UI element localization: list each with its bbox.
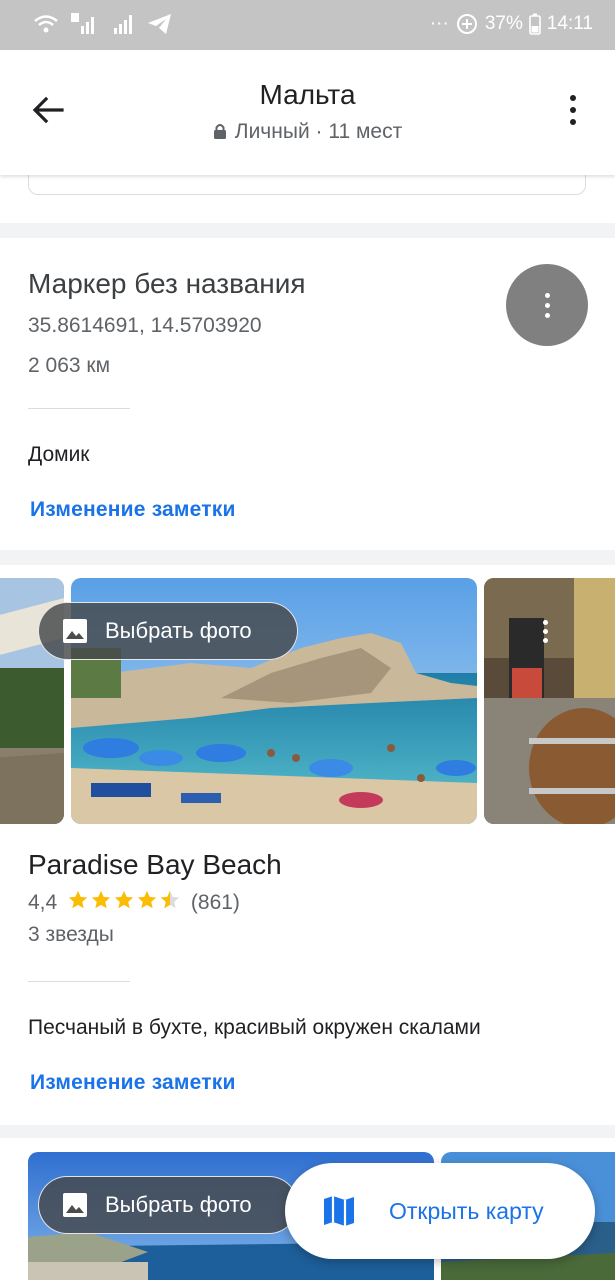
edit-note-link[interactable]: Изменение заметки [30,1071,236,1095]
photo-more-button[interactable] [543,620,549,643]
more-dot-icon [543,620,548,625]
review-count: (861) [190,891,240,914]
rating-stars [67,889,181,911]
more-dot-icon [570,107,576,113]
open-map-button[interactable]: Открыть карту [285,1163,595,1259]
place-more-button[interactable] [506,264,588,346]
place-coordinates: 35.8614691, 14.5703920 [28,314,262,337]
star-icon [68,890,88,909]
rating-value: 4,4 [28,891,58,914]
open-map-label: Открыть карту [389,1198,544,1224]
edit-note-link[interactable]: Изменение заметки [30,498,236,522]
more-dot-icon [570,95,576,101]
star-icon [91,890,111,909]
signal-sim1-icon [71,13,94,34]
more-dot-icon [570,119,576,125]
telegram-icon [148,14,171,34]
choose-photo-button[interactable]: Выбрать фото [38,602,298,660]
place-card: Маркер без названия 35.8614691, 14.57039… [0,238,615,550]
more-dot-icon [543,638,548,643]
choose-photo-label: Выбрать фото [105,1192,252,1217]
wifi-icon [34,15,58,33]
place-category: 3 звезды [28,923,114,946]
place-distance: 2 063 км [28,354,111,377]
image-icon [63,619,87,643]
list-description-card [0,155,615,223]
more-dot-icon [544,292,550,298]
place-photo[interactable] [484,578,615,824]
screen: ··· 37% 14:11 Мальта Личный · 11 мест Ма… [0,0,615,1280]
page-title: Мальта [259,79,356,110]
lock-icon [213,124,226,139]
status-more-indicator: ··· [429,13,449,34]
star-icon [114,890,134,909]
data-saver-icon [456,14,477,34]
battery-icon [529,13,541,35]
more-options-button[interactable] [563,90,583,130]
photo-image [484,578,615,824]
signal-sim2-icon [114,15,132,34]
status-bar: ··· 37% 14:11 [0,0,615,50]
page-subtitle: Личный · 11 мест [0,120,615,144]
place-note: Домик [28,443,90,466]
image-icon [63,1193,87,1217]
place-name[interactable]: Paradise Bay Beach [28,849,282,881]
star-icon [137,890,157,909]
battery-percent: 37% [484,13,523,34]
divider [28,408,130,409]
subtitle-text: Личный · 11 мест [234,120,403,143]
place-note: Песчаный в бухте, красивый окружен скала… [28,1016,481,1039]
clock: 14:11 [546,13,593,34]
app-header: Мальта Личный · 11 мест [0,50,615,175]
map-icon [324,1196,354,1226]
status-right: ··· 37% 14:11 [430,12,593,36]
place-name[interactable]: Маркер без названия [28,268,306,300]
choose-photo-label: Выбрать фото [105,618,252,643]
divider [28,981,130,982]
status-left-icons [32,12,174,36]
more-dot-icon [543,629,548,634]
place-rating-row: 4,4 (861) [28,889,240,915]
place-card: Выбрать фото Paradise Bay Beach 4,4 (861… [0,565,615,1125]
more-dot-icon [544,302,550,308]
more-dot-icon [544,312,550,318]
choose-photo-button[interactable]: Выбрать фото [38,1176,298,1234]
star-half-icon [160,890,180,909]
